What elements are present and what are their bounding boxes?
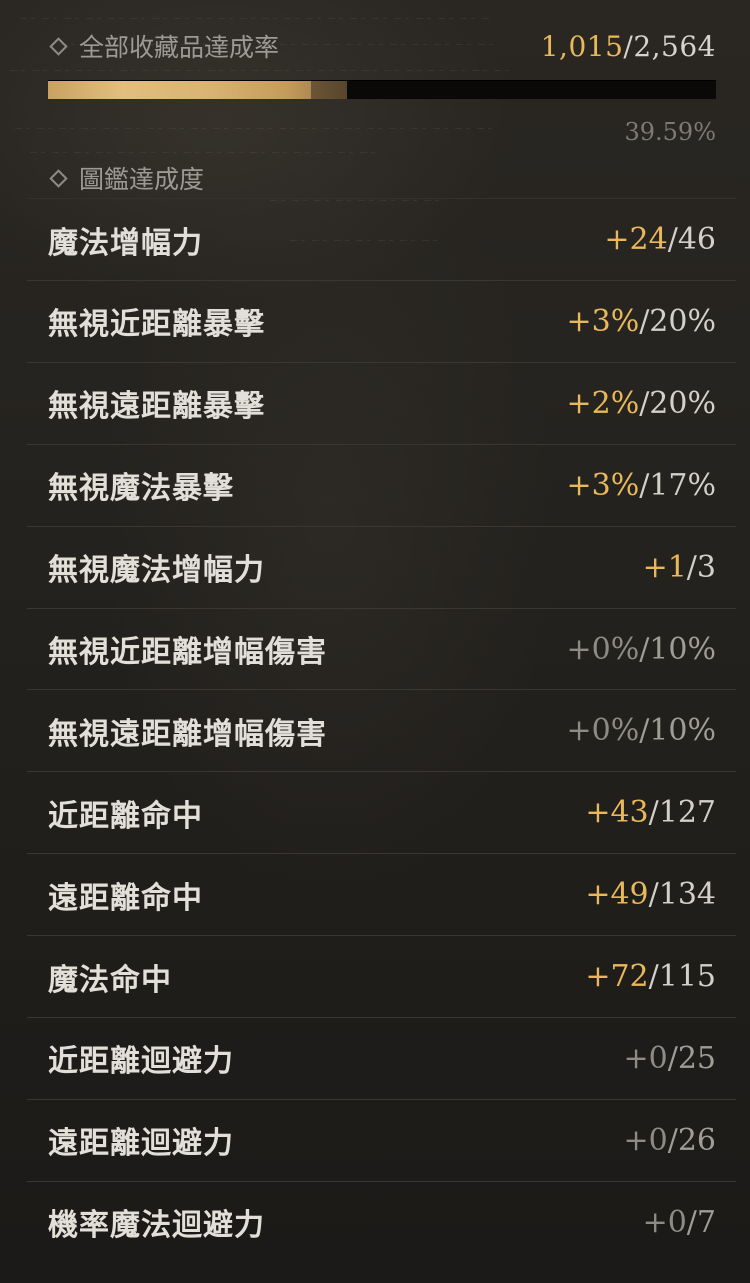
stat-value: +0%/10% (566, 632, 716, 667)
stat-row: 無視遠距離增幅傷害 +0%/10% (27, 689, 736, 771)
stat-name: 無視遠距離暴擊 (48, 389, 265, 425)
stat-value-gain: +43 (585, 795, 649, 831)
stat-value-gain: +1 (642, 549, 687, 585)
stat-value-gain: +0 (642, 1204, 687, 1240)
stat-value: +0%/10% (566, 713, 716, 748)
stat-value-gain: +0% (566, 631, 640, 667)
collection-count-total: /2,564 (623, 29, 716, 63)
stat-value: +43/127 (585, 795, 716, 830)
stat-name: 無視魔法暴擊 (48, 471, 234, 507)
collection-summary-label: 全部收藏品達成率 (79, 33, 280, 62)
stat-value: +24/46 (604, 222, 716, 257)
stat-name: 近距離迴避力 (48, 1044, 234, 1080)
stat-value: +3%/17% (566, 468, 716, 503)
stat-row: 魔法命中 +72/115 (27, 935, 736, 1017)
collection-progress-fill (48, 81, 347, 99)
stat-value-max: /3 (686, 549, 716, 585)
stat-row: 無視遠距離暴擊 +2%/20% (27, 361, 736, 444)
stat-name: 無視魔法增幅力 (48, 553, 265, 589)
stat-name: 近距離命中 (48, 798, 203, 834)
stat-value-max: /115 (648, 959, 716, 995)
stat-name: 魔法增幅力 (48, 225, 203, 261)
stat-value: +2%/20% (566, 386, 716, 421)
stat-value-max: /17% (639, 467, 716, 503)
stat-name: 無視遠距離增幅傷害 (48, 716, 327, 752)
stat-value: +0/25 (623, 1041, 716, 1076)
stat-value-max: /46 (667, 222, 716, 257)
stat-row: 無視魔法暴擊 +3%/17% (27, 443, 736, 526)
stat-value-gain: +3% (566, 467, 640, 503)
diamond-bullet-icon (49, 168, 68, 188)
stat-value: +0/7 (643, 1205, 716, 1240)
stat-name: 魔法命中 (48, 962, 172, 998)
collection-count: 1,015/2,564 (541, 30, 716, 63)
stat-value-max: /10% (639, 631, 716, 667)
stat-name: 遠距離命中 (48, 880, 203, 916)
stat-value-max: /20% (639, 385, 716, 421)
stat-name: 機率魔法迴避力 (48, 1208, 265, 1244)
stat-value-gain: +3% (566, 303, 640, 339)
stat-row: 魔法增幅力 +24/46 (27, 198, 736, 280)
stat-value-gain: +0% (566, 713, 640, 749)
stat-value-gain: +72 (585, 959, 649, 995)
stat-value-gain: +0 (623, 1040, 668, 1076)
stat-value: +1/3 (643, 550, 716, 585)
diamond-bullet-icon (49, 36, 68, 56)
stat-name: 遠距離迴避力 (48, 1126, 234, 1162)
stat-value-max: /26 (667, 1122, 716, 1158)
stat-row: 近距離迴避力 +0/25 (27, 1017, 736, 1099)
stat-row: 無視魔法增幅力 +1/3 (27, 525, 736, 608)
stat-value-gain: +24 (604, 222, 668, 257)
stat-row: 無視近距離暴擊 +3%/20% (27, 280, 736, 362)
collection-stats-panel: 全部收藏品達成率 1,015/2,564 39.59% 圖鑑達成度 魔法增幅力 +… (0, 0, 750, 1283)
section-heading: 圖鑑達成度 (48, 160, 204, 196)
collection-progress-percent: 39.59% (624, 118, 716, 146)
stat-value: +72/115 (585, 959, 716, 994)
stat-name: 無視近距離增幅傷害 (48, 635, 327, 670)
stat-row: 遠距離迴避力 +0/26 (27, 1098, 736, 1181)
stat-value-gain: +0 (623, 1122, 668, 1158)
section-title: 圖鑑達成度 (79, 165, 205, 194)
stat-value: +3%/20% (566, 304, 716, 339)
collection-count-current: 1,015 (540, 29, 624, 63)
stat-value-max: /20% (639, 303, 716, 339)
stat-value: +49/134 (585, 877, 716, 912)
stat-value-max: /127 (648, 795, 716, 831)
collection-progress-fill-shade (311, 81, 347, 99)
stat-row: 近距離命中 +43/127 (27, 771, 736, 853)
collection-summary: 全部收藏品達成率 1,015/2,564 (48, 26, 716, 66)
stat-value-max: /25 (667, 1040, 716, 1076)
stat-name: 無視近距離暴擊 (48, 307, 265, 343)
stat-row: 無視近距離增幅傷害 +0%/10% (27, 607, 736, 690)
stat-value-max: /7 (686, 1204, 716, 1240)
stat-value-gain: +49 (585, 877, 649, 913)
stat-row: 遠距離命中 +49/134 (27, 853, 736, 935)
collection-progress-bar (48, 80, 716, 99)
stat-value-max: /10% (639, 713, 716, 749)
stat-value-max: /134 (648, 877, 716, 913)
stat-list: 魔法增幅力 +24/46 無視近距離暴擊 +3%/20% 無視遠距離暴擊 +2%/20% 無… (27, 198, 736, 1263)
stat-value: +0/26 (623, 1123, 716, 1158)
stat-value-gain: +2% (566, 385, 640, 421)
collection-summary-label-group: 全部收藏品達成率 (48, 28, 279, 64)
stat-row: 機率魔法迴避力 +0/7 (27, 1180, 736, 1263)
